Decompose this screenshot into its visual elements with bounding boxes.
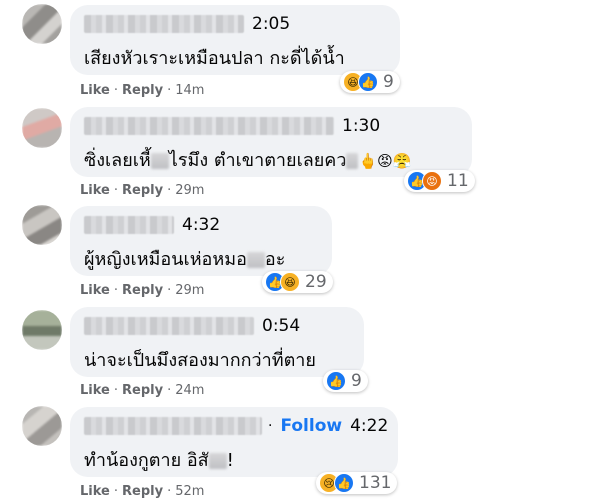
comment-timestamp: 4:22	[350, 416, 389, 436]
comment-text: เสียงหัวเราะเหมือนปลา กะดี่ได้น้ำ	[84, 48, 345, 69]
reply-button[interactable]: Reply	[122, 484, 163, 499]
comment-actions: Like · Reply · 29m	[80, 283, 205, 298]
like-button[interactable]: Like	[80, 383, 110, 398]
commenter-name[interactable]	[84, 317, 254, 335]
comment-text: ผู้หญิงเหมือนเห่อหมอ อะ	[84, 249, 286, 270]
comment-bubble: 0:54 น่าจะเป็นมึงสองมากกว่าที่ตาย	[70, 307, 364, 377]
comment-timestamp: 2:05	[252, 14, 291, 34]
reply-button[interactable]: Reply	[122, 183, 163, 198]
comment-timestamp: 1:30	[342, 116, 381, 136]
reaction-count: 29	[305, 272, 327, 292]
comment-age[interactable]: 14m	[175, 83, 204, 98]
comment-timestamp: 4:32	[182, 215, 221, 235]
comment-bubble: 2:05 เสียงหัวเราะเหมือนปลา กะดี่ได้น้ำ	[70, 5, 400, 75]
comment-actions: Like · Reply · 52m	[80, 484, 205, 499]
censor-blur	[346, 153, 359, 169]
reply-button[interactable]: Reply	[122, 383, 163, 398]
comment-actions: Like · Reply · 24m	[80, 383, 205, 398]
comment-bubble: 4:32 ผู้หญิงเหมือนเห่อหมอ อะ	[70, 206, 332, 276]
commenter-name[interactable]	[84, 216, 174, 234]
like-button[interactable]: Like	[80, 283, 110, 298]
haha-reaction-icon: 😆	[280, 272, 300, 292]
commenter-name[interactable]	[84, 117, 334, 135]
like-button[interactable]: Like	[80, 484, 110, 499]
like-button[interactable]: Like	[80, 83, 110, 98]
reaction-summary[interactable]: 😢 👍 131	[316, 472, 398, 494]
comment-text: น่าจะเป็นมึงสองมากกว่าที่ตาย	[84, 350, 316, 371]
avatar[interactable]	[22, 406, 62, 446]
comment-age[interactable]: 24m	[175, 383, 204, 398]
comment-timestamp: 0:54	[262, 316, 301, 336]
avatar[interactable]	[22, 310, 62, 350]
trailing-emoji: 🖕😡😤	[358, 152, 412, 170]
censor-blur	[246, 252, 265, 268]
reply-button[interactable]: Reply	[122, 83, 163, 98]
comment-bubble: · Follow 4:22 ทำน้องกูตาย อิสั!	[70, 407, 398, 477]
reaction-count: 131	[359, 473, 392, 493]
comment-bubble: 1:30 ซิ่งเลยเหี้ ไรมึง ตำเขาตายเลยคว 🖕😡😤	[70, 107, 472, 177]
follow-button[interactable]: Follow	[280, 416, 342, 436]
comment-actions: Like · Reply · 29m	[80, 183, 205, 198]
comment-text: ทำน้องกูตาย อิสั!	[84, 450, 234, 471]
censor-blur	[150, 153, 169, 169]
like-reaction-icon: 👍	[358, 72, 378, 92]
commenter-name[interactable]	[84, 15, 244, 33]
avatar[interactable]	[22, 205, 62, 245]
angry-reaction-icon: 😡	[422, 171, 442, 191]
commenter-name[interactable]	[84, 417, 262, 435]
reply-button[interactable]: Reply	[122, 283, 163, 298]
reaction-summary[interactable]: 😆 👍 9	[340, 71, 400, 93]
comment-text: ซิ่งเลยเหี้ ไรมึง ตำเขาตายเลยคว 🖕😡😤	[84, 150, 412, 171]
comment-age[interactable]: 52m	[175, 484, 204, 499]
like-reaction-icon: 👍	[326, 371, 346, 391]
reaction-count: 9	[383, 72, 394, 92]
comment-age[interactable]: 29m	[175, 283, 204, 298]
comment-age[interactable]: 29m	[175, 183, 204, 198]
avatar[interactable]	[22, 4, 62, 44]
reaction-summary[interactable]: 👍 9	[323, 370, 368, 392]
like-button[interactable]: Like	[80, 183, 110, 198]
reaction-count: 9	[351, 371, 362, 391]
reaction-summary[interactable]: 👍 😆 29	[262, 271, 333, 293]
reaction-count: 11	[447, 171, 469, 191]
like-reaction-icon: 👍	[334, 473, 354, 493]
comment-actions: Like · Reply · 14m	[80, 83, 205, 98]
censor-blur	[208, 453, 227, 469]
avatar[interactable]	[22, 108, 62, 148]
reaction-summary[interactable]: 👍 😡 11	[404, 170, 475, 192]
